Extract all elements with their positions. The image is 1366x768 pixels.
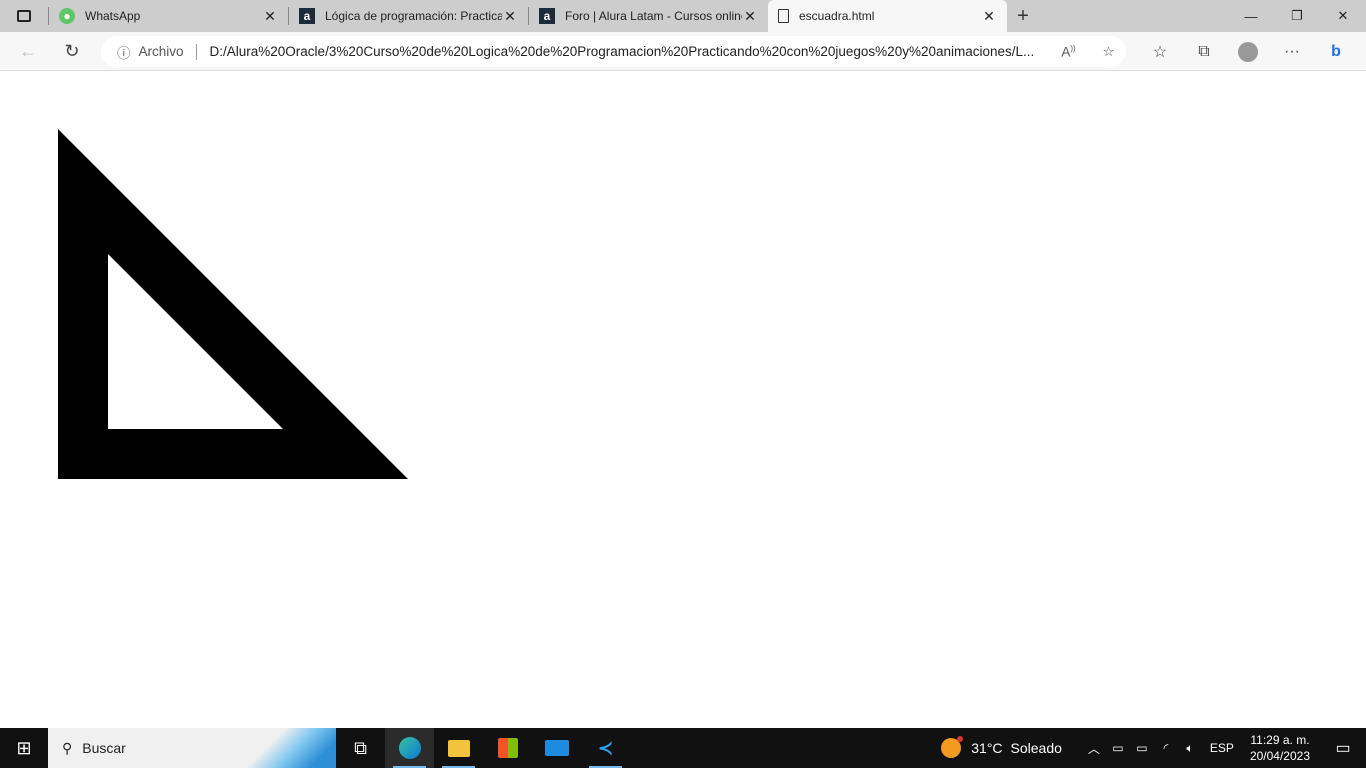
chevron-up-icon[interactable]: ︿ xyxy=(1082,740,1106,757)
close-tab-icon[interactable]: ✕ xyxy=(502,8,518,25)
minimize-button[interactable]: — xyxy=(1228,0,1274,32)
weather-temp[interactable]: 31°C xyxy=(971,740,1002,756)
weather-icon[interactable] xyxy=(941,736,964,758)
close-tab-icon[interactable]: ✕ xyxy=(262,8,278,25)
search-highlight-image xyxy=(246,728,336,768)
address-bar[interactable]: ⓘ Archivo D:/Alura%20Oracle/3%20Curso%20… xyxy=(101,36,1126,67)
tab-escuadra[interactable]: escuadra.html ✕ xyxy=(768,0,1007,32)
browser-toolbar: ← ↻ ⓘ Archivo D:/Alura%20Oracle/3%20Curs… xyxy=(0,32,1366,71)
tab-title: escuadra.html xyxy=(799,9,875,23)
profile-avatar[interactable] xyxy=(1226,41,1270,62)
tab-title: Foro | Alura Latam - Cursos online xyxy=(565,9,742,23)
file-explorer-icon[interactable] xyxy=(434,728,483,768)
alura-icon: a xyxy=(299,8,315,24)
time: 11:29 a. m. xyxy=(1250,733,1310,747)
add-favorite-icon[interactable]: ☆ xyxy=(1096,44,1122,60)
bing-icon[interactable]: b xyxy=(1314,43,1358,61)
back-button[interactable]: ← xyxy=(8,41,48,62)
tab-title: Lógica de programación: Practicando con … xyxy=(325,9,502,23)
canvas xyxy=(58,129,408,479)
set-square-shape xyxy=(58,129,408,479)
camera-icon[interactable]: ▭ xyxy=(1106,741,1130,755)
tab-logica[interactable]: a Lógica de programación: Practicando con… xyxy=(289,0,528,32)
date: 20/04/2023 xyxy=(1249,749,1310,763)
microsoft-store-icon[interactable] xyxy=(483,728,532,768)
edge-icon[interactable] xyxy=(385,728,434,768)
tab-panel-icon xyxy=(17,10,31,22)
clock[interactable]: 11:29 a. m. 20/04/2023 xyxy=(1250,732,1310,764)
page-content xyxy=(0,71,1366,728)
taskbar: ⊞ ⚲ Buscar ⧉ ≺ 31°C Soleado ︿ ▭ ▭ ◜ 🔈︎ ES… xyxy=(0,728,1366,768)
file-icon xyxy=(778,9,789,23)
more-menu-icon[interactable]: ··· xyxy=(1270,43,1314,61)
search-icon: ⚲ xyxy=(62,739,73,756)
mail-icon[interactable] xyxy=(532,728,581,768)
alura-icon: a xyxy=(539,8,555,24)
search-placeholder: Buscar xyxy=(82,740,126,756)
volume-icon[interactable]: 🔈︎ xyxy=(1178,741,1202,756)
battery-icon[interactable]: ▭ xyxy=(1130,741,1154,755)
close-tab-icon[interactable]: ✕ xyxy=(742,8,758,25)
windows-start-icon[interactable]: ⊞ xyxy=(0,738,48,759)
read-aloud-icon[interactable]: A)) xyxy=(1056,44,1082,60)
close-tab-icon[interactable]: ✕ xyxy=(981,8,997,25)
task-view-icon[interactable]: ⧉ xyxy=(336,728,385,768)
tab-title: WhatsApp xyxy=(85,9,141,23)
tab-whatsapp[interactable]: ● WhatsApp ✕ xyxy=(49,0,288,32)
weather-text[interactable]: Soleado xyxy=(1011,740,1062,756)
notifications-icon[interactable]: ▭ xyxy=(1320,738,1366,758)
vscode-icon[interactable]: ≺ xyxy=(581,728,630,768)
tab-foro[interactable]: a Foro | Alura Latam - Cursos online ✕ xyxy=(529,0,768,32)
url-text[interactable]: D:/Alura%20Oracle/3%20Curso%20de%20Logic… xyxy=(210,44,1042,59)
close-window-button[interactable]: ✕ xyxy=(1320,0,1366,32)
tab-bar: ● WhatsApp ✕ a Lógica de programación: Prac… xyxy=(0,0,1366,32)
info-icon[interactable]: ⓘ xyxy=(117,42,131,62)
restore-button[interactable]: ❐ xyxy=(1274,0,1320,32)
wifi-icon[interactable]: ◜ xyxy=(1154,741,1178,755)
divider xyxy=(195,43,197,60)
language-indicator[interactable]: ESP xyxy=(1210,741,1234,755)
whatsapp-icon: ● xyxy=(59,8,75,24)
new-tab-button[interactable]: + xyxy=(1007,5,1039,28)
tab-actions-button[interactable] xyxy=(0,0,48,32)
taskbar-search[interactable]: ⚲ Buscar xyxy=(48,728,336,768)
favorites-icon[interactable]: ☆ xyxy=(1138,42,1182,62)
site-label: Archivo xyxy=(138,44,184,59)
refresh-button[interactable]: ↻ xyxy=(52,41,92,62)
collections-icon[interactable]: ⧉ xyxy=(1182,43,1226,61)
